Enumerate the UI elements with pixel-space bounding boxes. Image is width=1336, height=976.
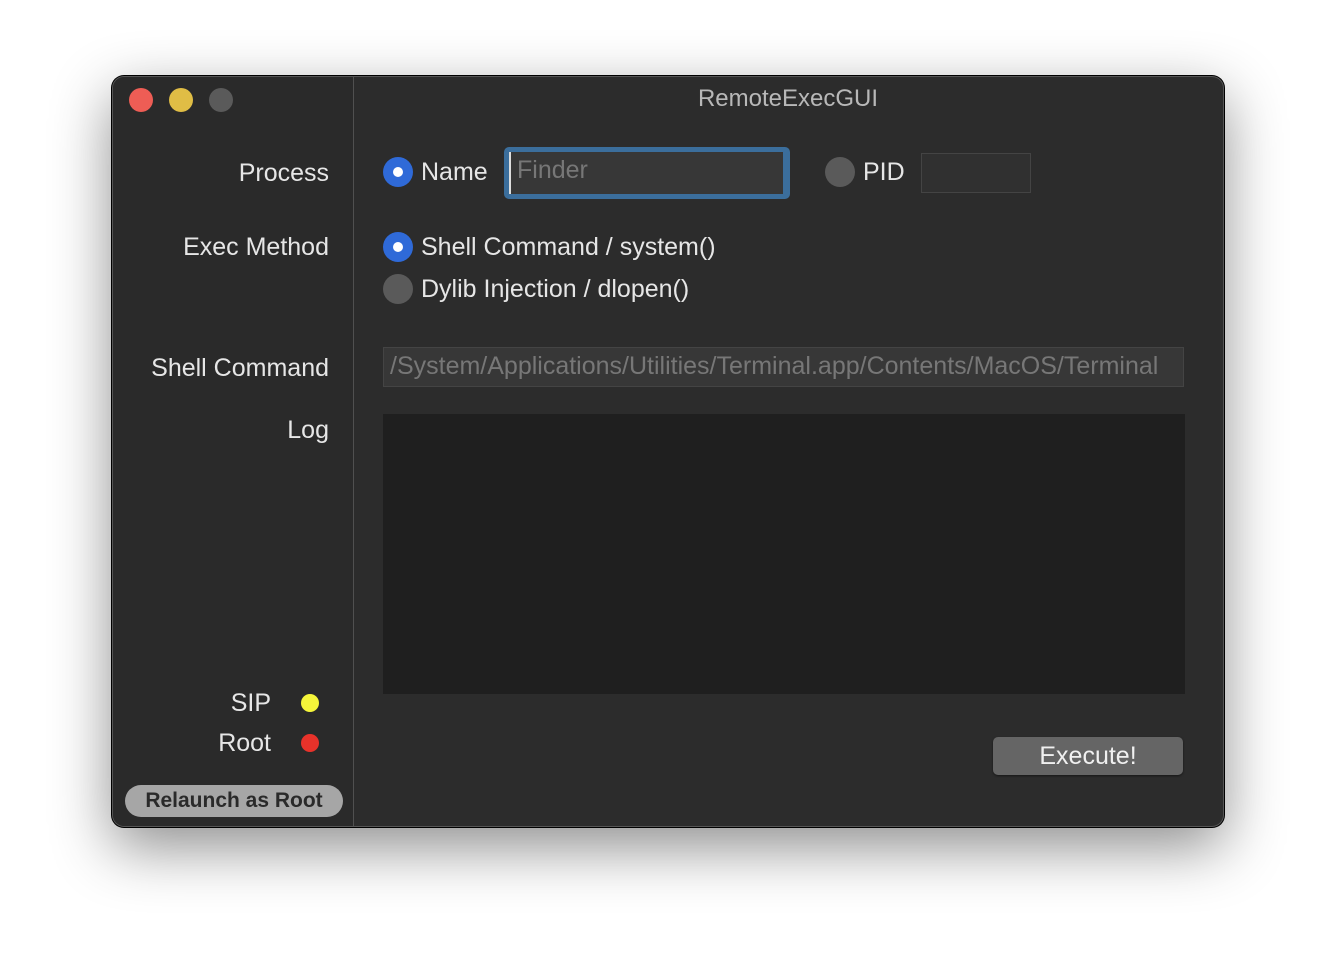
name-radio[interactable]: [383, 157, 413, 187]
shell-command-input[interactable]: /System/Applications/Utilities/Terminal.…: [383, 347, 1184, 387]
shell-command-label: Shell Command: [151, 354, 329, 382]
log-label: Log: [287, 416, 329, 444]
root-label: Root: [218, 729, 271, 757]
close-button[interactable]: [129, 88, 153, 112]
sidebar: Process Exec Method Shell Command Log SI…: [113, 77, 354, 826]
name-radio-label: Name: [421, 158, 488, 186]
shell-command-radio[interactable]: [383, 232, 413, 262]
zoom-button[interactable]: [209, 88, 233, 112]
root-status-indicator: [301, 734, 319, 752]
app-window: Process Exec Method Shell Command Log SI…: [112, 76, 1224, 827]
pid-radio[interactable]: [825, 157, 855, 187]
minimize-button[interactable]: [169, 88, 193, 112]
pid-input[interactable]: [921, 153, 1031, 193]
log-text-area[interactable]: [383, 414, 1185, 694]
execute-button[interactable]: Execute!: [993, 737, 1183, 775]
shell-command-placeholder: /System/Applications/Utilities/Terminal.…: [390, 352, 1159, 380]
exec-method-label: Exec Method: [183, 233, 329, 261]
dylib-injection-radio-label: Dylib Injection / dlopen(): [421, 275, 690, 303]
relaunch-as-root-button[interactable]: Relaunch as Root: [125, 785, 343, 817]
process-label: Process: [238, 159, 329, 187]
window-title: RemoteExecGUI: [697, 85, 879, 112]
shell-command-radio-label: Shell Command / system(): [421, 233, 716, 261]
pid-radio-label: PID: [863, 158, 905, 186]
process-name-placeholder: Finder: [517, 156, 588, 184]
process-name-input[interactable]: Finder: [509, 152, 783, 194]
sip-label: SIP: [230, 689, 271, 717]
dylib-injection-radio[interactable]: [383, 274, 413, 304]
sip-status-indicator: [301, 694, 319, 712]
